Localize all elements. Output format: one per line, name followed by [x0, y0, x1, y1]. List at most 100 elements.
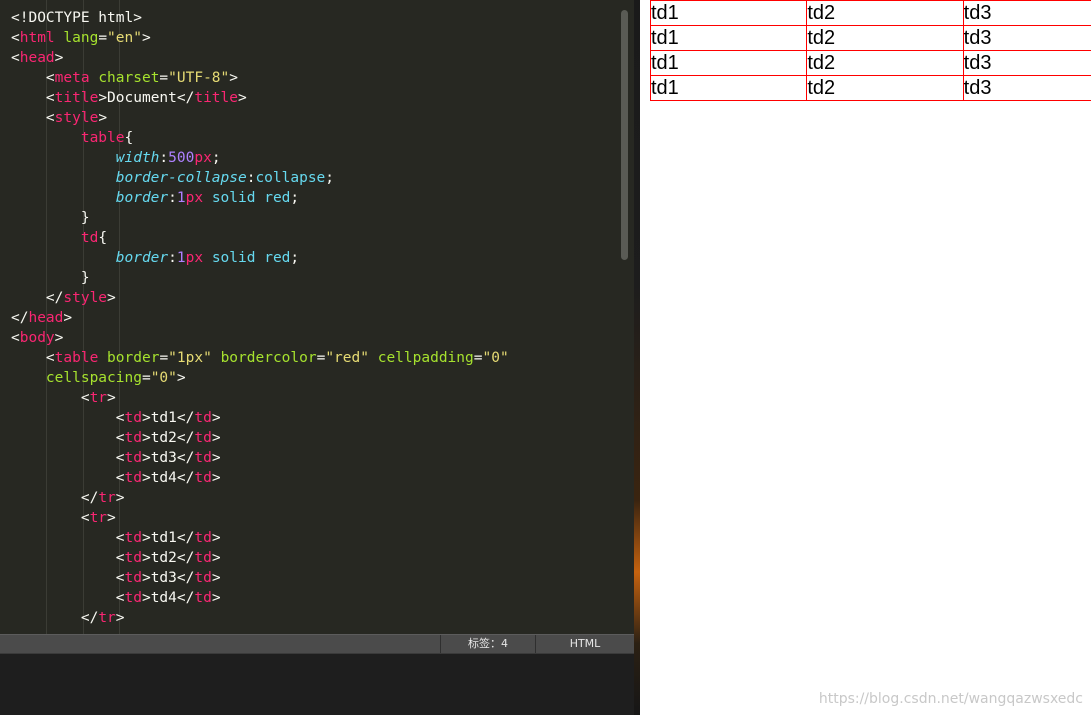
code-line[interactable]: width:500px;	[11, 148, 509, 168]
code-line[interactable]: <body>	[11, 328, 509, 348]
code-line[interactable]: <td>td1</td>	[11, 408, 509, 428]
code-token: <	[11, 430, 125, 446]
code-token: "UTF-8"	[168, 70, 230, 86]
table-cell: td2	[806, 0, 964, 26]
table-cell: td1	[649, 0, 808, 26]
code-line[interactable]: <td>td2</td>	[11, 428, 509, 448]
code-line[interactable]: border:1px solid red;	[11, 248, 509, 268]
code-token: >	[211, 430, 221, 446]
code-token: td	[124, 470, 142, 486]
code-token: <	[11, 50, 20, 66]
code-token: collapse	[255, 170, 326, 186]
code-token: title	[194, 90, 238, 106]
code-token: >	[107, 290, 116, 306]
editor-scrollbar-thumb[interactable]	[621, 10, 628, 260]
code-line[interactable]: </tr>	[11, 488, 509, 508]
code-token: }	[11, 270, 90, 286]
tab-size-indicator[interactable]: 标签：4	[440, 635, 535, 653]
code-token: ;	[211, 150, 221, 166]
code-token: charset	[98, 70, 160, 86]
code-token: meta	[54, 70, 90, 86]
code-token: style	[63, 290, 108, 306]
table-cell: td3	[962, 25, 1091, 51]
code-token: >	[211, 550, 221, 566]
code-line[interactable]: border-collapse:collapse;	[11, 168, 509, 188]
code-line[interactable]: <style>	[11, 108, 509, 128]
code-line[interactable]: <td>td4</td>	[11, 588, 509, 608]
code-token: <	[11, 70, 55, 86]
code-token: td	[194, 450, 212, 466]
browser-preview: td1 td2 td3 td1 td2 td3 td1 td2 td3 td1 td2 td3 htt…	[640, 0, 1091, 715]
code-line[interactable]: <html lang="en">	[11, 28, 509, 48]
code-token: body	[19, 330, 55, 346]
code-line[interactable]: cellspacing="0">	[11, 368, 509, 388]
code-token: }	[11, 210, 90, 226]
code-token: cellspacing	[45, 370, 142, 386]
table-row: td1 td2 td3	[649, 25, 1091, 51]
code-token: border	[107, 350, 160, 366]
code-line[interactable]: <meta charset="UTF-8">	[11, 68, 509, 88]
code-token: head	[28, 310, 64, 326]
table-cell: td3	[962, 75, 1091, 101]
code-token: =	[159, 70, 169, 86]
code-token: td	[194, 410, 212, 426]
code-line[interactable]: <td>td1</td>	[11, 528, 509, 548]
code-line[interactable]: <head>	[11, 48, 509, 68]
code-line[interactable]: border:1px solid red;	[11, 188, 509, 208]
watermark: https://blog.csdn.net/wangqazwsxedc	[818, 691, 1083, 707]
code-lines[interactable]: <!DOCTYPE html> <html lang="en"> <head> <m…	[11, 8, 509, 628]
code-line[interactable]: </head>	[11, 308, 509, 328]
code-line[interactable]: table{	[11, 128, 509, 148]
code-token: >	[238, 90, 247, 106]
code-token: td	[80, 230, 99, 246]
table-cell: td2	[806, 75, 964, 101]
code-line[interactable]: }	[11, 208, 509, 228]
code-token: >	[54, 50, 64, 66]
code-line[interactable]: <!DOCTYPE html>	[11, 8, 509, 28]
code-line[interactable]: </tr>	[11, 608, 509, 628]
code-line[interactable]: <td>td3</td>	[11, 568, 509, 588]
code-editor[interactable]: <!DOCTYPE html> <html lang="en"> <head> <m…	[0, 0, 634, 634]
code-line[interactable]: <td>td2</td>	[11, 548, 509, 568]
code-token: tr	[89, 390, 108, 406]
code-line[interactable]: <td>td3</td>	[11, 448, 509, 468]
code-token: <	[11, 510, 90, 526]
code-token: table	[80, 130, 125, 146]
code-line[interactable]: <tr>	[11, 388, 509, 408]
code-line[interactable]: <tr>	[11, 508, 509, 528]
code-token: <	[11, 110, 55, 126]
code-line[interactable]: <table border="1px" bordercolor="red" ce…	[11, 348, 509, 368]
code-token: >	[211, 530, 221, 546]
code-line[interactable]: <title>Document</title>	[11, 88, 509, 108]
code-token: >td3</	[141, 450, 195, 466]
code-token: >	[54, 330, 64, 346]
code-token: <	[11, 350, 55, 366]
code-token: border	[115, 190, 169, 206]
code-line[interactable]: </style>	[11, 288, 509, 308]
code-token: >	[107, 390, 116, 406]
code-token: =	[141, 370, 151, 386]
code-token: border	[115, 250, 169, 266]
code-line[interactable]: td{	[11, 228, 509, 248]
code-token: td	[124, 450, 142, 466]
code-token: >	[211, 590, 221, 606]
syntax-selector[interactable]: HTML	[535, 635, 634, 653]
code-token: >	[211, 410, 221, 426]
table-row: td1 td2 td3	[649, 0, 1091, 26]
code-token: :	[159, 150, 169, 166]
code-token: <	[11, 450, 125, 466]
code-token: >	[229, 70, 238, 86]
code-token: td	[124, 570, 142, 586]
code-token: html	[19, 30, 55, 46]
code-token: >	[115, 610, 125, 626]
code-line[interactable]: }	[11, 268, 509, 288]
code-token: >	[211, 450, 221, 466]
code-line[interactable]: <td>td4</td>	[11, 468, 509, 488]
